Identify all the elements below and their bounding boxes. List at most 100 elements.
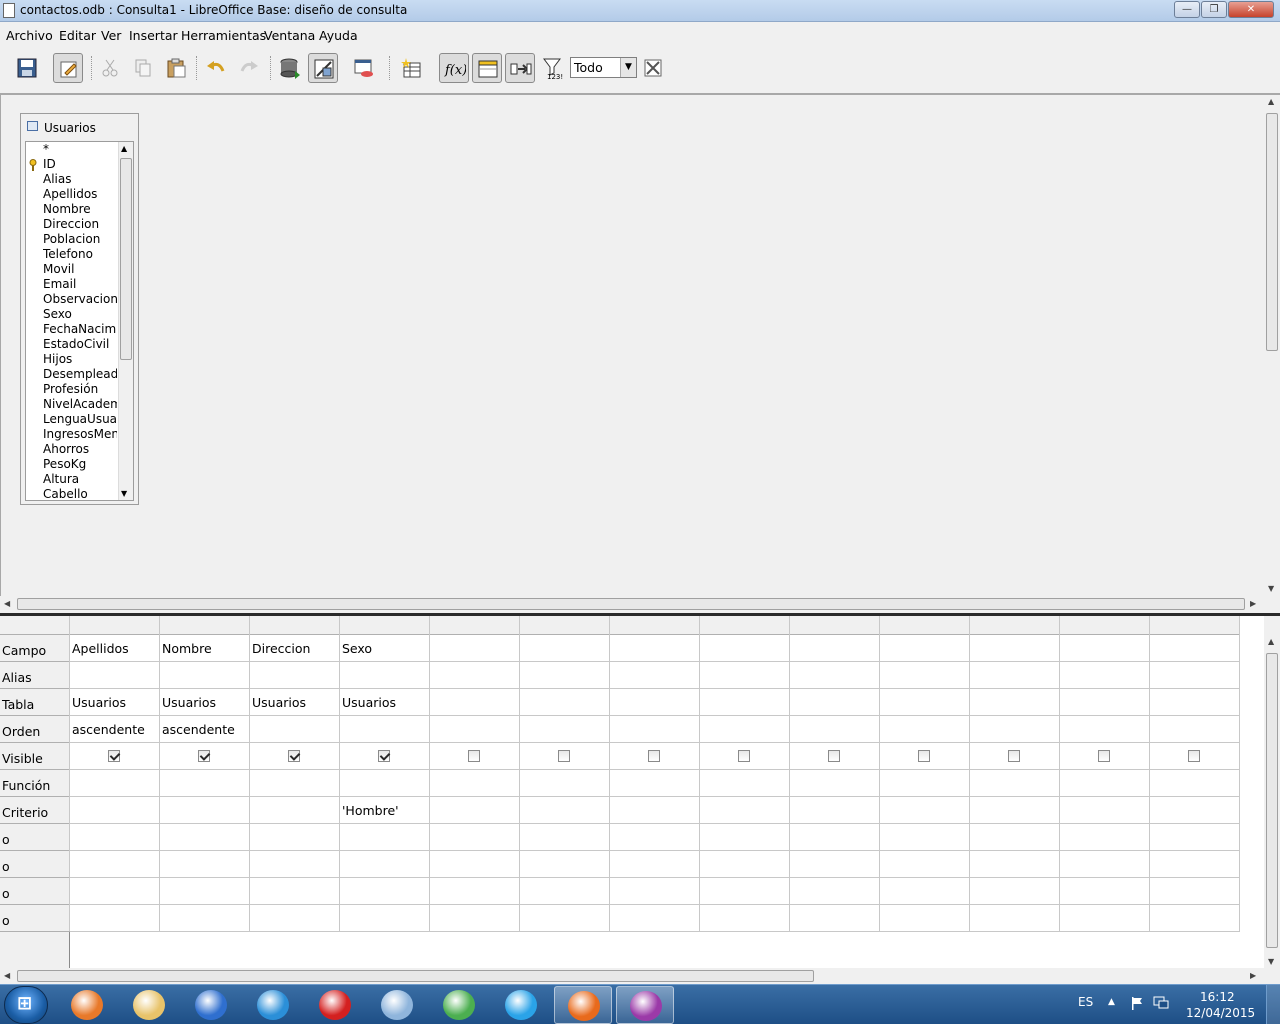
functions-icon[interactable]: f(x) — [439, 53, 469, 83]
grid-cell-tabla[interactable]: Usuarios — [72, 695, 126, 710]
grid-column-divider[interactable] — [789, 616, 790, 931]
minimize-button[interactable]: — — [1174, 1, 1200, 18]
save-icon[interactable] — [12, 53, 42, 83]
grid-column-divider[interactable] — [69, 616, 70, 931]
field-item[interactable]: EstadoCivil — [43, 337, 117, 352]
field-item[interactable]: LenguaUsual — [43, 412, 117, 427]
query-design-grid[interactable]: Campo Alias Tabla Orden Visible Función … — [0, 616, 1264, 968]
field-item[interactable]: Alias — [43, 172, 117, 187]
taskbar-app-button[interactable] — [58, 986, 116, 1024]
scroll-right-icon[interactable]: ▶ — [1250, 971, 1256, 980]
grid-cell-orden[interactable]: ascendente — [162, 722, 235, 737]
start-button[interactable]: ⊞ — [4, 986, 48, 1024]
scrollbar-thumb[interactable] — [1266, 653, 1278, 948]
taskbar-app-button[interactable] — [306, 986, 364, 1024]
visible-checkbox[interactable] — [648, 750, 660, 762]
table-design-area[interactable] — [0, 93, 1280, 611]
grid-column-divider[interactable] — [879, 616, 880, 931]
scroll-right-icon[interactable]: ▶ — [1250, 599, 1256, 608]
menu-editar[interactable]: Editar — [59, 28, 96, 43]
grid-column-divider[interactable] — [969, 616, 970, 931]
visible-checkbox[interactable] — [198, 750, 210, 762]
visible-checkbox[interactable] — [918, 750, 930, 762]
grid-cell-tabla[interactable]: Usuarios — [162, 695, 216, 710]
scroll-left-icon[interactable]: ◀ — [4, 971, 10, 980]
menu-ayuda[interactable]: Ayuda — [319, 28, 358, 43]
scroll-up-icon[interactable]: ▲ — [1268, 637, 1274, 646]
scrollbar-thumb[interactable] — [17, 598, 1245, 610]
taskbar-app-button[interactable] — [182, 986, 240, 1024]
grid-column-divider[interactable] — [159, 616, 160, 931]
distinct-values-icon[interactable]: 123! — [538, 53, 568, 83]
field-item[interactable]: Altura — [43, 472, 117, 487]
scrollbar-thumb[interactable] — [1266, 113, 1278, 351]
network-icon[interactable] — [1153, 996, 1169, 1010]
language-indicator[interactable]: ES — [1078, 995, 1093, 1009]
grid-column-divider[interactable] — [1149, 616, 1150, 931]
visible-checkbox[interactable] — [828, 750, 840, 762]
grid-vertical-scrollbar[interactable]: ▲ ▼ — [1264, 635, 1280, 968]
grid-column-divider[interactable] — [339, 616, 340, 931]
clock-date[interactable]: 12/04/2015 — [1186, 1006, 1255, 1020]
grid-column-divider[interactable] — [519, 616, 520, 931]
paste-icon[interactable] — [161, 53, 191, 83]
menu-insertar[interactable]: Insertar — [129, 28, 178, 43]
taskbar-app-button[interactable] — [120, 986, 178, 1024]
grid-cell-criterio[interactable]: 'Hombre' — [342, 803, 399, 818]
grid-column-divider[interactable] — [1239, 616, 1240, 931]
table-window-usuarios[interactable]: Usuarios * ID Alias Apellidos Nombre Dir… — [20, 113, 139, 505]
grid-horizontal-scrollbar[interactable]: ◀ ▶ — [0, 968, 1264, 984]
redo-icon[interactable] — [234, 53, 264, 83]
grid-cell-campo[interactable]: Sexo — [342, 641, 372, 656]
visible-checkbox[interactable] — [558, 750, 570, 762]
grid-cell-campo[interactable]: Apellidos — [72, 641, 129, 656]
visible-checkbox[interactable] — [1188, 750, 1200, 762]
field-item[interactable]: ID — [43, 157, 117, 172]
field-item[interactable]: Profesión — [43, 382, 117, 397]
field-item[interactable]: FechaNacimiento — [43, 322, 117, 337]
visible-checkbox[interactable] — [378, 750, 390, 762]
field-item[interactable]: Poblacion — [43, 232, 117, 247]
taskbar-app-button[interactable] — [616, 986, 674, 1024]
field-item[interactable]: Nombre — [43, 202, 117, 217]
field-item[interactable]: Sexo — [43, 307, 117, 322]
chevron-down-icon[interactable]: ▼ — [620, 58, 636, 77]
field-item[interactable]: Observaciones — [43, 292, 117, 307]
visible-checkbox[interactable] — [1008, 750, 1020, 762]
scroll-up-icon[interactable]: ▲ — [1268, 97, 1274, 106]
scroll-down-icon[interactable]: ▼ — [1268, 957, 1274, 966]
menu-archivo[interactable]: Archivo — [6, 28, 53, 43]
close-button[interactable]: ✕ — [1228, 1, 1274, 18]
grid-column-divider[interactable] — [429, 616, 430, 931]
field-item[interactable]: Ahorros — [43, 442, 117, 457]
taskbar-app-button[interactable] — [554, 986, 612, 1024]
field-item[interactable]: Cabello — [43, 487, 117, 500]
maximize-button[interactable]: ❐ — [1201, 1, 1227, 18]
scroll-left-icon[interactable]: ◀ — [4, 599, 10, 608]
scrollbar-thumb[interactable] — [120, 158, 132, 360]
table-names-icon[interactable] — [472, 53, 502, 83]
menu-ver[interactable]: Ver — [101, 28, 121, 43]
menu-herramientas[interactable]: Herramientas — [181, 28, 266, 43]
grid-column-divider[interactable] — [699, 616, 700, 931]
show-hidden-icons-icon[interactable]: ▲ — [1108, 997, 1115, 1007]
clock-time[interactable]: 16:12 — [1200, 990, 1235, 1004]
cut-icon[interactable] — [95, 53, 125, 83]
show-desktop-button[interactable] — [1266, 985, 1280, 1024]
design-vertical-scrollbar[interactable]: ▲ ▼ — [1264, 95, 1280, 595]
visible-checkbox[interactable] — [468, 750, 480, 762]
edit-mode-icon[interactable] — [53, 53, 83, 83]
field-item[interactable]: Email — [43, 277, 117, 292]
field-item[interactable]: Apellidos — [43, 187, 117, 202]
field-item[interactable]: NivelAcademico — [43, 397, 117, 412]
field-item[interactable]: Telefono — [43, 247, 117, 262]
copy-icon[interactable] — [128, 53, 158, 83]
scroll-down-icon[interactable]: ▼ — [1268, 584, 1274, 593]
taskbar-app-button[interactable] — [430, 986, 488, 1024]
sql-native-icon[interactable] — [638, 53, 668, 83]
clear-query-icon[interactable] — [349, 53, 379, 83]
field-list[interactable]: * ID Alias Apellidos Nombre Direccion Po… — [25, 141, 134, 501]
design-view-icon[interactable] — [308, 53, 338, 83]
grid-cell-campo[interactable]: Nombre — [162, 641, 212, 656]
field-item[interactable]: Movil — [43, 262, 117, 277]
